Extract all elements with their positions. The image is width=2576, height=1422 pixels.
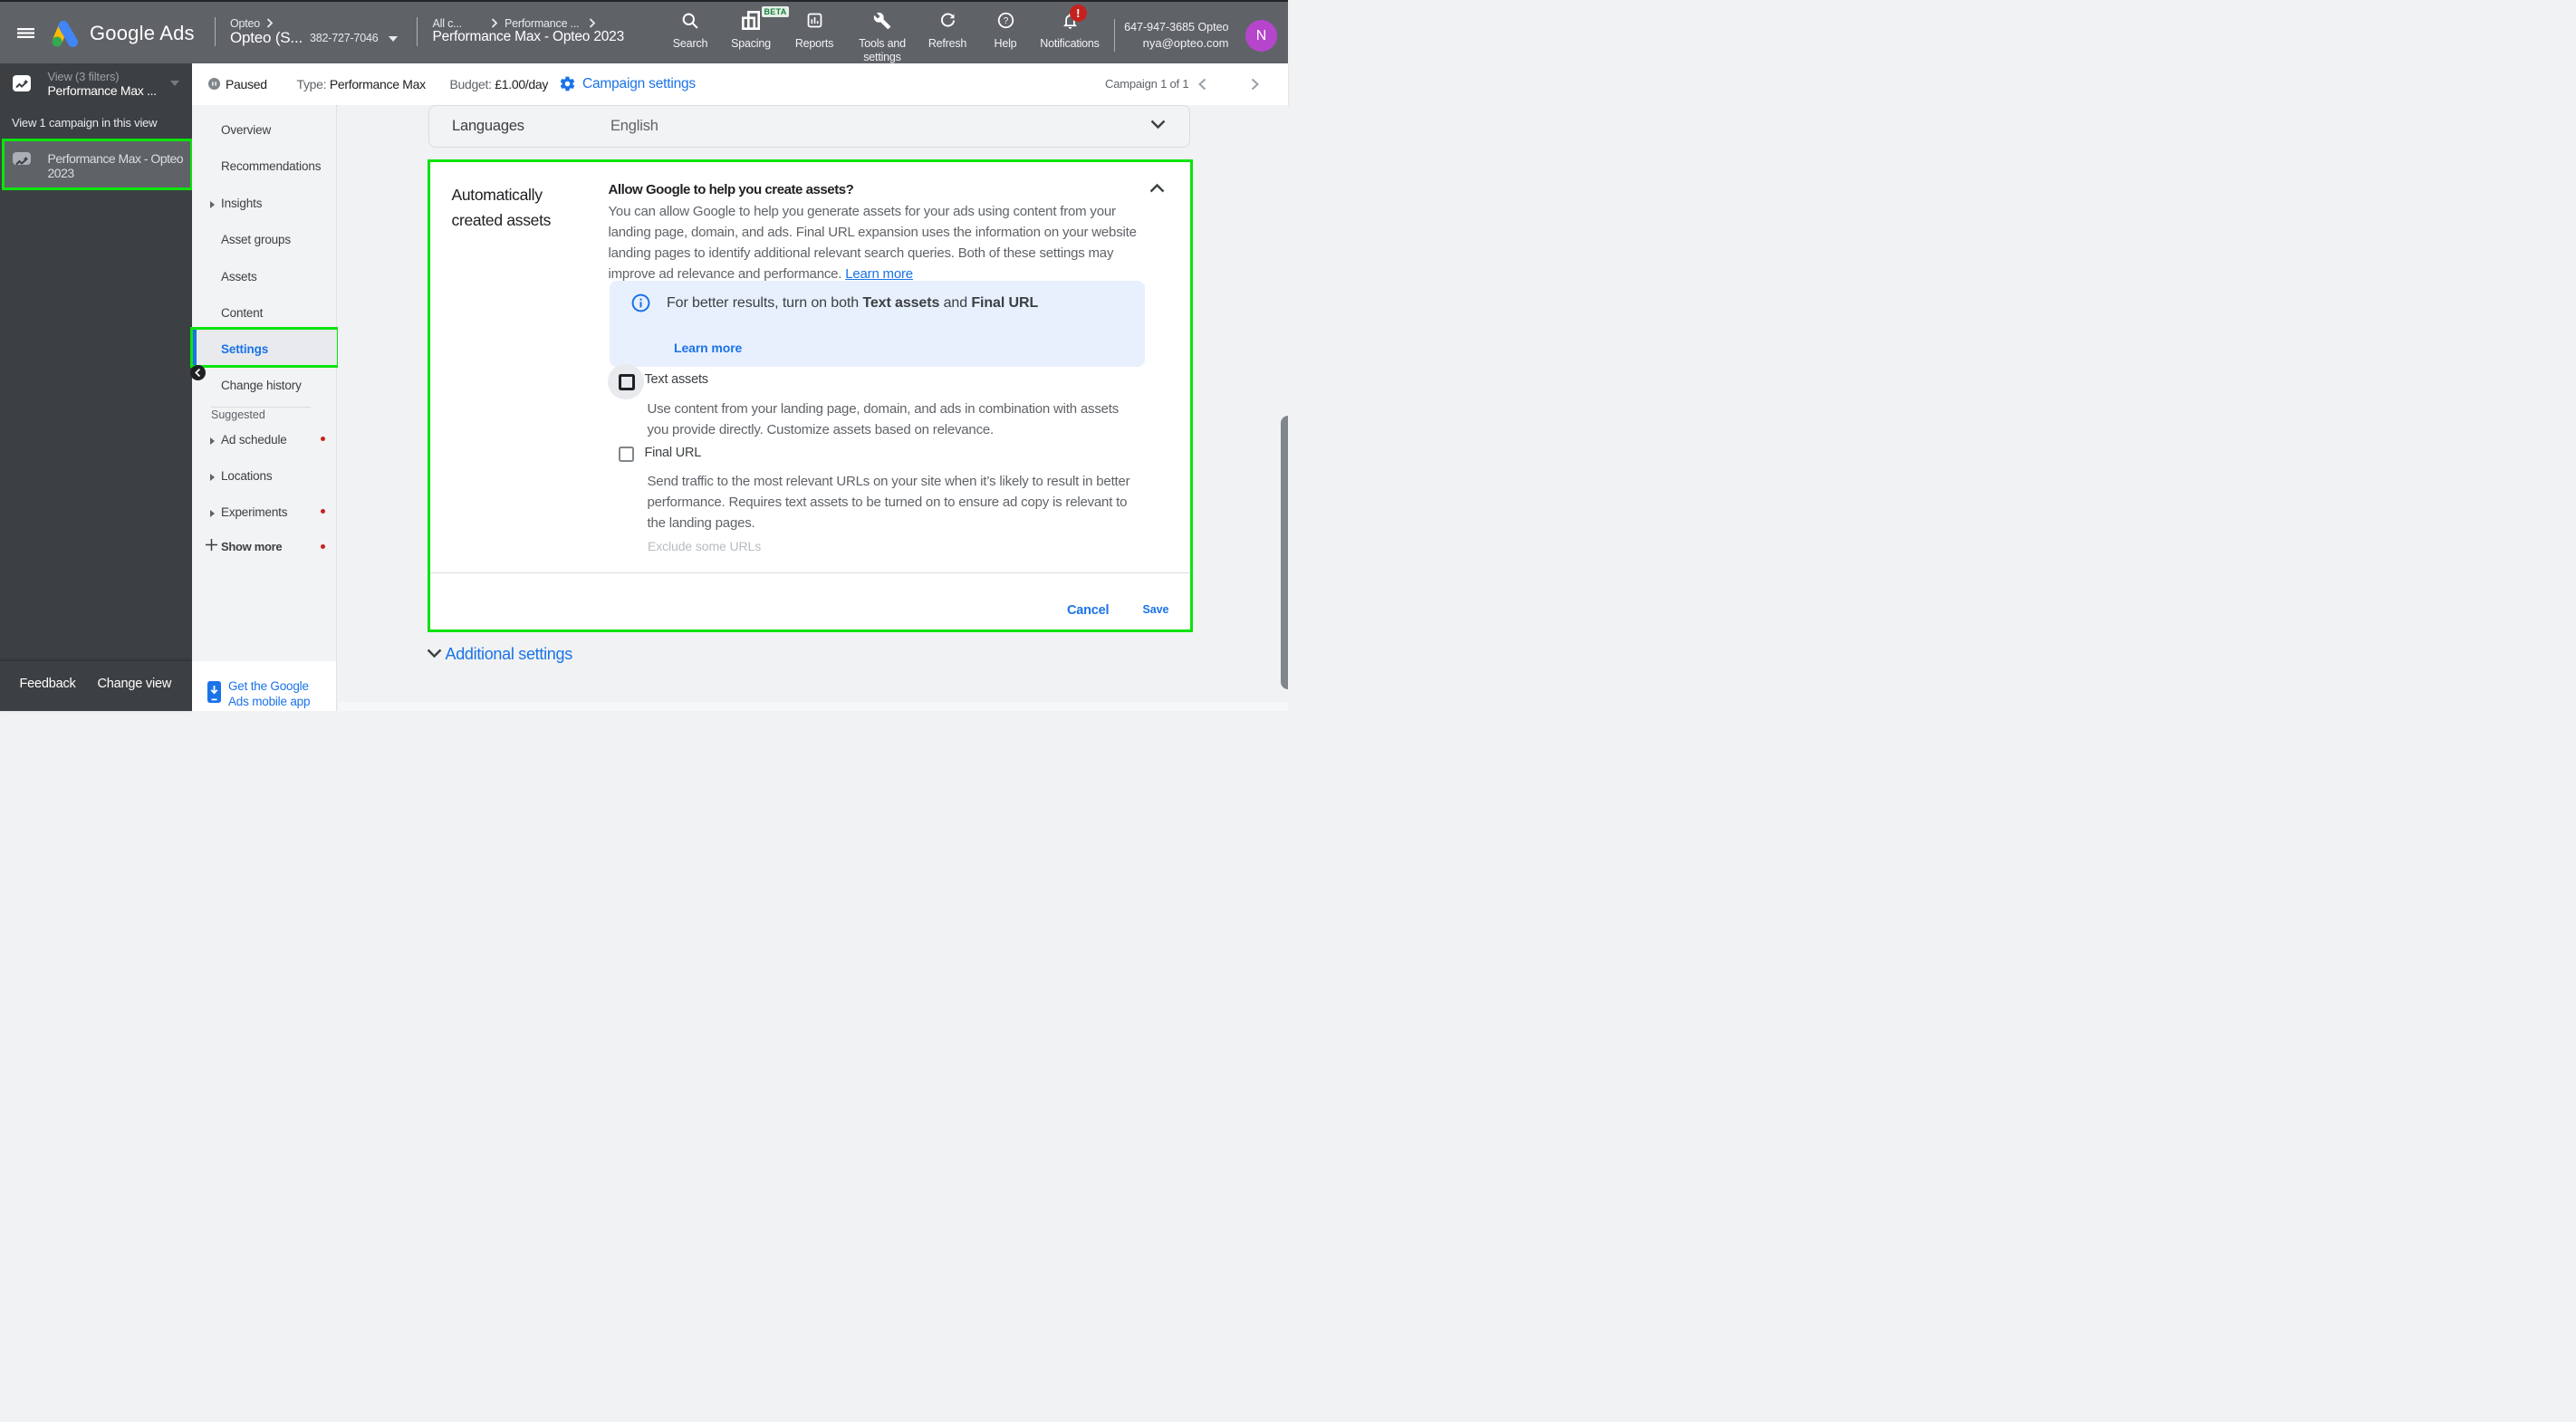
svg-text:?: ? [1003,16,1008,26]
